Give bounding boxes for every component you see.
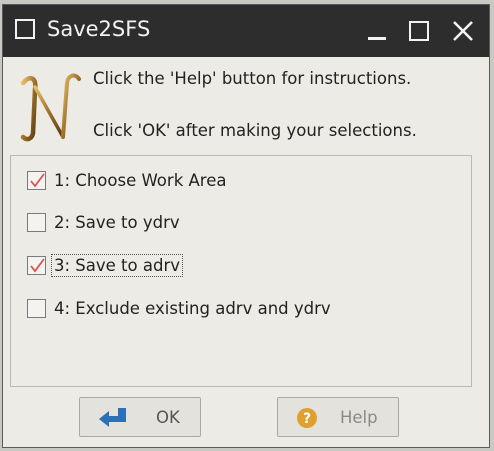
app-logo-n-icon bbox=[20, 73, 81, 142]
save2sfs-dialog: Save2SFS Click the 'Help' button for ins… bbox=[2, 4, 490, 448]
check-mark-icon bbox=[30, 172, 45, 187]
options-group: 1: Choose Work Area 2: Save to ydrv 3: S… bbox=[10, 155, 472, 387]
checkbox-save-to-adrv[interactable] bbox=[27, 255, 46, 275]
help-button-label: Help bbox=[340, 408, 378, 427]
option-label: 4: Exclude existing adrv and ydrv bbox=[54, 298, 331, 318]
close-button[interactable] bbox=[451, 19, 475, 43]
help-icon: ? bbox=[297, 408, 317, 428]
option-label: 1: Choose Work Area bbox=[54, 170, 227, 190]
option-choose-work-area[interactable]: 1: Choose Work Area bbox=[27, 168, 228, 192]
enter-arrow-icon bbox=[99, 408, 126, 427]
checkbox-choose-work-area[interactable] bbox=[27, 170, 46, 190]
instruction-ok: Click 'OK' after making your selections. bbox=[93, 121, 417, 140]
option-save-to-adrv[interactable]: 3: Save to adrv bbox=[27, 253, 183, 277]
app-window-icon bbox=[15, 19, 35, 39]
option-exclude-existing[interactable]: 4: Exclude existing adrv and ydrv bbox=[27, 296, 333, 320]
title-bar[interactable]: Save2SFS bbox=[3, 5, 489, 57]
svg-text:?: ? bbox=[303, 411, 311, 427]
minimize-button[interactable] bbox=[365, 19, 389, 43]
help-button[interactable]: ? Help bbox=[277, 397, 399, 437]
maximize-button[interactable] bbox=[407, 19, 431, 43]
option-label: 3: Save to adrv bbox=[51, 253, 183, 277]
close-icon bbox=[453, 21, 473, 41]
check-mark-icon bbox=[30, 257, 45, 272]
window-title: Save2SFS bbox=[47, 17, 151, 41]
option-label: 2: Save to ydrv bbox=[54, 212, 180, 232]
option-save-to-ydrv[interactable]: 2: Save to ydrv bbox=[27, 210, 182, 234]
ok-button-label: OK bbox=[156, 408, 180, 427]
checkbox-exclude-existing[interactable] bbox=[27, 298, 46, 318]
ok-button[interactable]: OK bbox=[79, 397, 201, 437]
instruction-help: Click the 'Help' button for instructions… bbox=[93, 69, 412, 88]
checkbox-save-to-ydrv[interactable] bbox=[27, 212, 46, 232]
